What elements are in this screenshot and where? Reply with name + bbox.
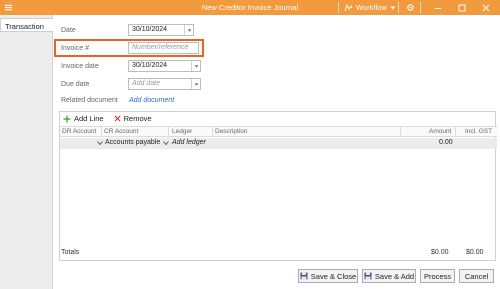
workflow-button[interactable]: Workflow [344,3,396,12]
title-separator [420,2,421,13]
invoice-date-dropdown[interactable] [191,61,200,71]
close-button[interactable] [480,2,492,13]
invoice-number-label: Invoice # [61,45,90,52]
title-separator [338,2,339,13]
invoice-date-value: 30/10/2024 [132,62,168,69]
settings-button[interactable] [404,2,416,13]
chevron-down-icon [390,6,396,9]
add-line-button[interactable]: Add Line [63,114,104,123]
window-title: New Creditor Invoice Journal [201,3,299,12]
totals-label: Totals [61,249,80,256]
save-add-button[interactable]: Save & Add [362,269,416,283]
row-cr-account[interactable]: Accounts payable [105,139,160,146]
column-incl-gst[interactable]: Incl. GST [465,128,492,135]
minimize-button[interactable] [432,2,444,13]
related-document-label: Related document [61,97,118,104]
workflow-label: Workflow [356,3,387,12]
due-date-placeholder: Add date [132,80,161,87]
title-bar: New Creditor Invoice Journal Workflow [0,0,500,15]
column-dr-account[interactable]: DR Account [62,128,96,135]
column-divider [212,127,213,137]
chevron-down-icon[interactable] [163,141,169,145]
minimize-icon [435,7,441,9]
lines-grid: Add Line Remove DR Account CR Account Le… [59,111,497,261]
column-divider [400,127,401,137]
totals-amount: $0.00 [431,249,449,256]
maximize-icon [458,4,466,11]
chevron-down-icon [194,82,198,86]
save-icon [300,272,308,280]
grid-header: DR Account CR Account Ledger Description… [60,126,497,137]
totals-row: Totals $0.00 $0.00 [59,246,496,260]
column-amount[interactable]: Amount [429,128,451,135]
save-add-label: Save & Add [374,271,415,281]
due-date-label: Due date [61,81,90,88]
totals-incl-gst: $0.00 [466,249,484,256]
maximize-button[interactable] [456,2,468,13]
process-button[interactable]: Process [420,269,455,283]
remove-label: Remove [123,114,152,123]
gear-icon [406,4,414,11]
date-value: 30/10/2024 [132,26,168,33]
table-row[interactable]: Accounts payable Add ledger 0.00 [60,138,497,149]
row-add-ledger-link[interactable]: Add ledger [172,139,206,146]
close-icon [482,4,490,11]
date-dropdown[interactable] [184,25,193,35]
plus-icon [63,115,71,122]
invoice-date-field[interactable]: 30/10/2024 [128,60,201,72]
column-description[interactable]: Description [215,128,248,135]
chevron-down-icon[interactable] [97,141,103,145]
invoice-date-label: Invoice date [61,63,99,70]
remove-button[interactable]: Remove [114,114,152,123]
process-label: Process [423,271,452,281]
due-date-dropdown[interactable] [191,79,200,89]
grid-toolbar: Add Line Remove [63,114,152,123]
column-cr-account[interactable]: CR Account [104,128,138,135]
add-line-label: Add Line [74,114,104,123]
workflow-icon [344,3,353,11]
column-ledger[interactable]: Ledger [172,128,192,135]
tab-column: Transaction [0,15,53,289]
column-divider [455,127,456,137]
cancel-label: Cancel [464,271,489,281]
date-field[interactable]: 30/10/2024 [128,24,194,36]
tab-transaction[interactable]: Transaction [0,18,53,32]
due-date-field[interactable]: Add date [128,78,201,90]
title-separator [398,2,399,13]
chevron-down-icon [187,28,191,32]
chevron-down-icon [194,64,198,68]
invoice-number-input[interactable]: Number/reference [128,42,199,54]
save-close-button[interactable]: Save & Close [298,269,358,283]
save-close-label: Save & Close [310,271,357,281]
save-icon [364,272,372,280]
date-label: Date [61,27,76,34]
cancel-button[interactable]: Cancel [459,269,494,283]
column-divider [101,127,102,137]
column-divider [168,127,169,137]
add-document-link[interactable]: Add document [129,97,174,104]
row-amount[interactable]: 0.00 [439,139,453,146]
remove-icon [114,115,121,122]
